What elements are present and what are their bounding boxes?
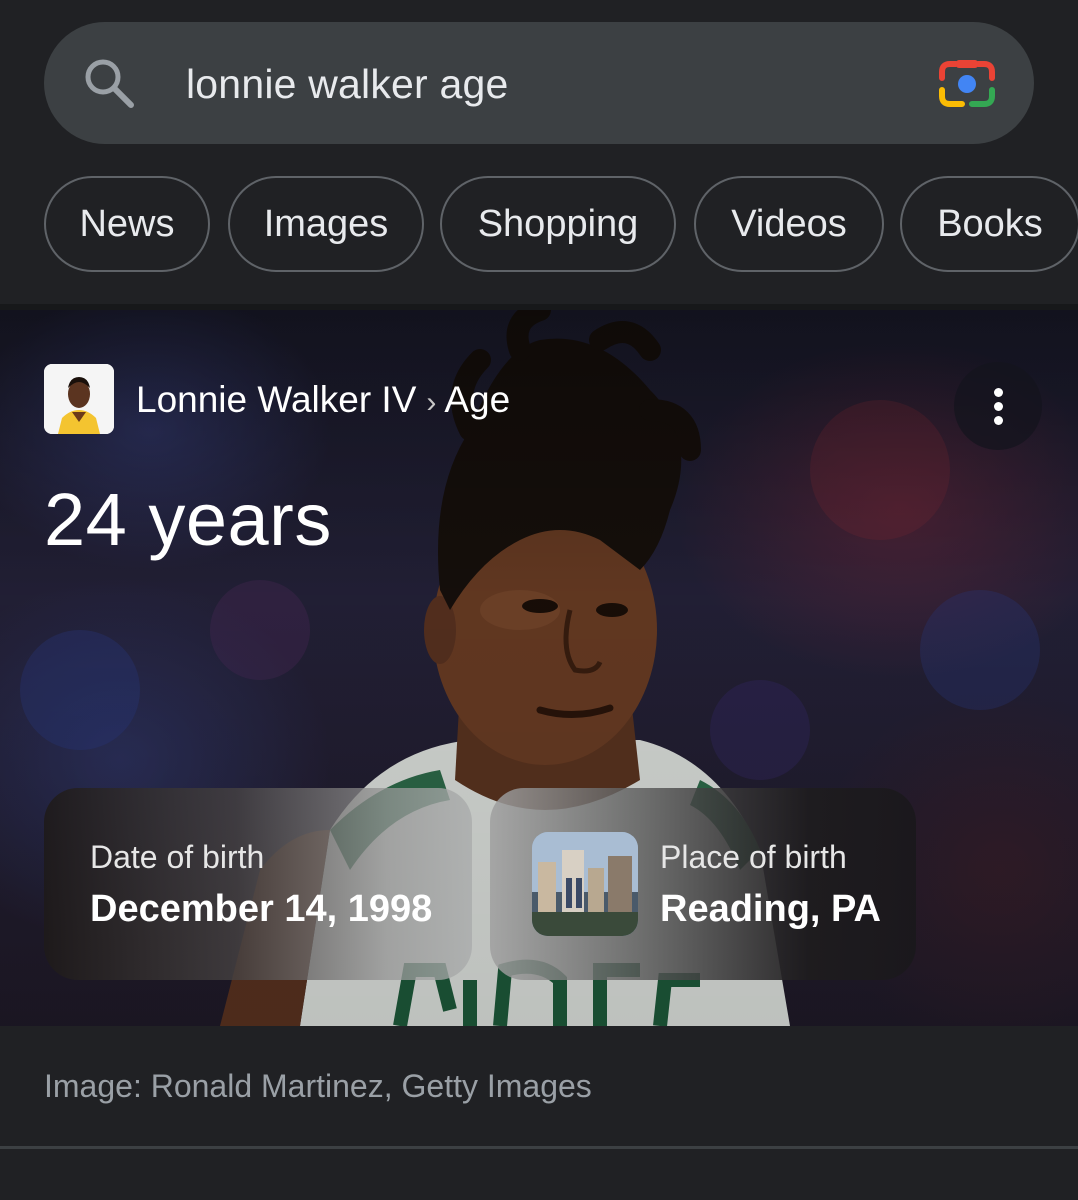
city-image xyxy=(532,832,638,936)
breadcrumb-separator: › xyxy=(426,386,437,419)
image-credit: Image: Ronald Martinez, Getty Images xyxy=(44,1068,592,1104)
city-skyline-image xyxy=(532,832,638,936)
attribute-name: Age xyxy=(444,379,511,420)
age-answer-panel: Lonnie Walker IV › Age 24 years Date of bi… xyxy=(0,310,1078,1026)
chip-news[interactable]: News xyxy=(44,176,210,272)
search-header: lonnie walker age News Images Shopping V… xyxy=(0,0,1078,304)
more-vert-icon-dot xyxy=(994,402,1003,411)
entity-name[interactable]: Lonnie Walker IV xyxy=(136,379,416,420)
place-of-birth-card[interactable]: Place of birth Reading, PA xyxy=(490,788,916,980)
search-icon[interactable] xyxy=(82,56,136,110)
player-headshot-image xyxy=(44,364,114,434)
place-of-birth-label: Place of birth xyxy=(660,839,847,875)
bottom-divider xyxy=(0,1146,1078,1149)
search-filter-chips: News Images Shopping Videos Books xyxy=(44,176,1078,276)
search-bar[interactable]: lonnie walker age xyxy=(44,22,1034,144)
date-of-birth-label: Date of birth xyxy=(90,839,265,875)
chip-books[interactable]: Books xyxy=(900,176,1078,272)
google-lens-camera-icon[interactable] xyxy=(936,56,998,112)
chip-shopping[interactable]: Shopping xyxy=(440,176,676,272)
age-answer: 24 years xyxy=(44,478,332,561)
breadcrumb[interactable]: Lonnie Walker IV › Age xyxy=(136,378,510,425)
search-query[interactable]: lonnie walker age xyxy=(186,60,509,108)
entity-thumbnail[interactable] xyxy=(44,364,114,434)
date-of-birth-card[interactable]: Date of birth December 14, 1998 xyxy=(44,788,472,980)
date-of-birth-value: December 14, 1998 xyxy=(90,888,433,930)
more-vert-icon-dot xyxy=(994,416,1003,425)
more-vert-icon xyxy=(994,388,1003,397)
chip-images[interactable]: Images xyxy=(228,176,424,272)
place-of-birth-value: Reading, PA xyxy=(660,888,881,930)
more-options-button[interactable] xyxy=(954,362,1042,450)
chip-videos[interactable]: Videos xyxy=(694,176,884,272)
